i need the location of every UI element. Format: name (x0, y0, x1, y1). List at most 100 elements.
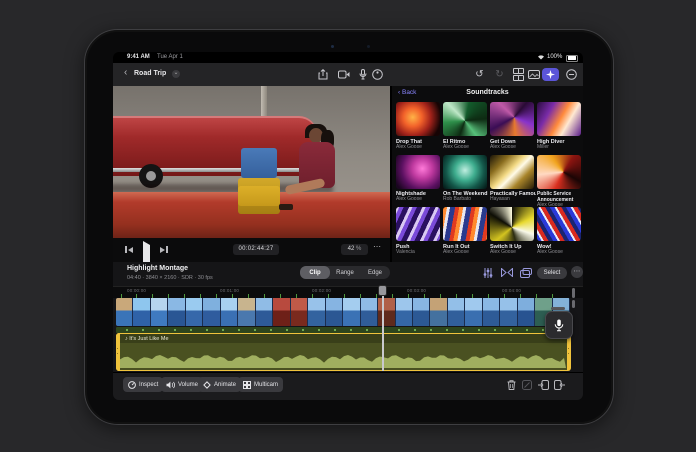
audio-waveform (120, 352, 566, 368)
audio-mixer-icon[interactable] (481, 266, 494, 279)
soundtrack-artwork[interactable] (537, 155, 581, 189)
soundtrack-card[interactable]: Practically FamousHayasan (490, 155, 534, 203)
disable-clip-icon[interactable] (521, 379, 533, 391)
camera-icon[interactable] (337, 68, 350, 81)
volume-button[interactable]: Volume (161, 377, 203, 392)
jog-wheel-icon[interactable] (371, 68, 384, 81)
beat-marker-dot (366, 329, 368, 331)
beat-marker-dot (510, 329, 512, 331)
video-thumbnail (116, 298, 132, 326)
undo-icon[interactable]: ↺ (473, 68, 486, 81)
beat-marker-dot (398, 329, 400, 331)
soundtrack-card[interactable]: On The WeekendRob Barbato (443, 155, 487, 203)
audio-clip-label: ♪ It's Just Like Me (125, 336, 169, 342)
multicam-button[interactable]: Multicam (238, 377, 283, 392)
soundtrack-artwork[interactable] (490, 207, 534, 241)
video-viewer[interactable] (113, 86, 390, 238)
soundtrack-artwork[interactable] (490, 102, 534, 136)
project-title[interactable]: Road Trip (134, 70, 166, 77)
animate-button[interactable]: Animate (198, 377, 241, 392)
voiceover-record-button[interactable] (545, 311, 573, 339)
soundtrack-card[interactable]: Run It OutAlex Goose (443, 207, 487, 255)
beat-marker-dot (206, 329, 208, 331)
soundtrack-card[interactable]: NightshadeAlex Goose (396, 155, 440, 203)
ipad-device-frame: 9:41 AM Tue Apr 1 100% ‹ Road Trip ⌄ (84, 29, 614, 425)
zoom-level-button[interactable]: 42 % (341, 244, 368, 255)
beat-marker-dot (158, 329, 160, 331)
skip-forward-icon[interactable] (160, 246, 168, 253)
video-thumbnail (396, 298, 412, 326)
soundtrack-card[interactable]: High DiverMiller (537, 102, 581, 150)
soundtrack-artwork[interactable] (443, 155, 487, 189)
select-button[interactable]: Select (537, 267, 567, 279)
soundtrack-card[interactable]: Wow!Alex Goose (537, 207, 581, 255)
insert-left-icon[interactable] (537, 379, 549, 391)
soundtrack-card[interactable]: Get DownAlex Goose (490, 102, 534, 150)
playhead-handle[interactable] (378, 285, 387, 296)
front-camera (331, 45, 334, 48)
back-chevron-icon[interactable]: ‹ (124, 67, 127, 78)
soundtrack-artwork[interactable] (443, 102, 487, 136)
trash-icon[interactable] (505, 379, 517, 391)
video-thumbnail (291, 298, 307, 326)
soundtrack-artwork[interactable] (537, 102, 581, 136)
soundtrack-card[interactable]: El RitmoAlex Goose (443, 102, 487, 150)
soundtrack-artwork[interactable] (537, 207, 581, 241)
ruler-label: 00:04:00 (502, 288, 521, 293)
mode-clip[interactable]: Clip (300, 266, 330, 279)
skip-back-icon[interactable] (125, 246, 133, 253)
microphone-icon[interactable] (356, 68, 369, 81)
timeline-more-icon[interactable]: ⋯ (571, 266, 583, 278)
voiceover-drag-handle[interactable] (551, 307, 565, 310)
audio-clip[interactable]: ♪ It's Just Like Me (116, 333, 570, 371)
soundtrack-artist: Miller (537, 145, 581, 151)
timecode-display: 00:02:44:27 (233, 244, 279, 255)
video-clip-track[interactable] (116, 298, 570, 326)
beat-marker-dot (286, 329, 288, 331)
soundtrack-card[interactable]: Drop ThatAlex Goose (396, 102, 440, 150)
transition-icon[interactable] (500, 266, 513, 279)
soundtrack-card[interactable]: PushValencia (396, 207, 440, 255)
video-thumbnail (518, 298, 534, 326)
clip-overlay-icon[interactable] (519, 266, 532, 279)
video-thumbnail (361, 298, 377, 326)
insert-right-icon[interactable] (553, 379, 565, 391)
soundtrack-artist: Alex Goose (537, 250, 581, 256)
trim-handle-left[interactable] (116, 333, 120, 371)
soundtrack-artwork[interactable] (490, 155, 534, 189)
app-grid-icon[interactable] (511, 68, 524, 81)
viewer-display-icon[interactable] (527, 68, 540, 81)
timeline-ruler[interactable]: 00:00:00 00:01:00 00:02:00 00:03:00 00:0… (113, 286, 583, 298)
redo-icon[interactable]: ↻ (493, 68, 506, 81)
soundtrack-artist: Alex Goose (490, 145, 534, 151)
beat-marker-dot (494, 329, 496, 331)
mode-edge[interactable]: Edge (360, 266, 390, 279)
media-browser-icon[interactable] (542, 68, 559, 81)
mode-range[interactable]: Range (330, 266, 360, 279)
timeline-scrollbar[interactable] (572, 300, 575, 308)
share-icon[interactable] (316, 68, 329, 81)
beat-marker-dot (238, 329, 240, 331)
soundtrack-artwork[interactable] (396, 102, 440, 136)
video-thumbnail (500, 298, 516, 326)
play-icon[interactable] (143, 245, 150, 263)
video-thumbnail (168, 298, 184, 326)
more-options-icon[interactable] (565, 68, 578, 81)
soundtrack-artwork[interactable] (396, 207, 440, 241)
beat-marker-dot (302, 329, 304, 331)
ruler-label: 00:02:00 (312, 288, 331, 293)
soundtrack-card[interactable]: Switch It UpAlex Goose (490, 207, 534, 255)
ruler-label: 00:01:00 (220, 288, 239, 293)
project-menu-chevron-icon[interactable]: ⌄ (172, 70, 180, 78)
soundtrack-artwork[interactable] (443, 207, 487, 241)
photo-wheel-hub (146, 171, 156, 181)
viewer-more-icon[interactable]: ⋯ (373, 242, 381, 251)
soundtrack-artwork[interactable] (396, 155, 440, 189)
timeline-scrollbar[interactable] (572, 288, 575, 298)
status-bar: 9:41 AM Tue Apr 1 100% (113, 52, 583, 63)
video-thumbnail (238, 298, 254, 326)
inspect-button[interactable]: Inspect (123, 377, 163, 392)
beat-marker-dot (270, 329, 272, 331)
soundtrack-artist: Alex Goose (490, 250, 534, 256)
soundtrack-card[interactable]: Public Service AnnouncementAlex Goose (537, 155, 581, 209)
